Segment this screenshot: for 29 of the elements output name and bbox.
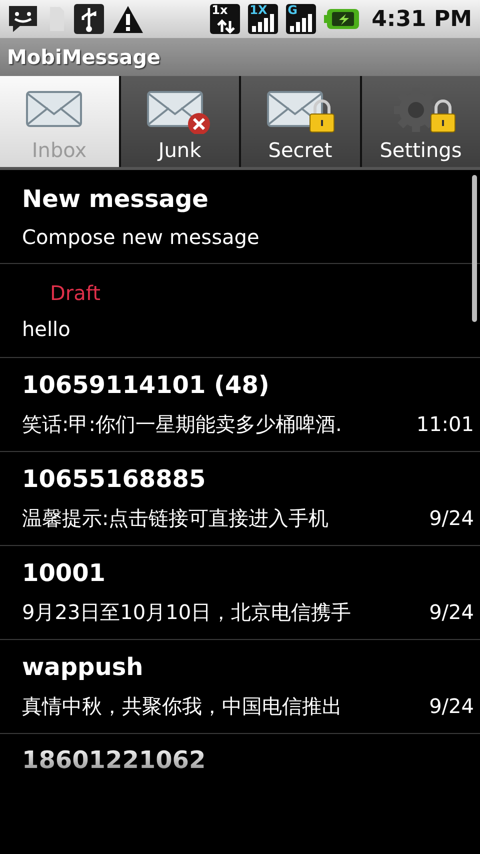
signal-icon: G bbox=[286, 4, 316, 34]
scrollbar[interactable] bbox=[472, 175, 477, 322]
sender-name[interactable]: wappush bbox=[22, 653, 474, 681]
compose-hint: Compose new message bbox=[22, 224, 260, 248]
sd-card-icon bbox=[48, 4, 66, 34]
clock-time: 4:31 PM bbox=[372, 6, 472, 32]
message-time: 9/24 bbox=[429, 694, 474, 718]
message-preview: 真情中秋，共聚你我，中国电信推出 bbox=[22, 693, 342, 720]
message-preview: 温馨提示:点击链接可直接进入手机 bbox=[22, 505, 329, 532]
signal-icon: 1X bbox=[248, 4, 278, 34]
data-arrows-icon: 1x bbox=[210, 4, 240, 34]
message-time: 9/24 bbox=[429, 600, 474, 624]
message-time: 11:01 bbox=[416, 412, 474, 436]
sender-name[interactable]: 10655168885 bbox=[22, 465, 474, 493]
tab[interactable]: Secret bbox=[241, 76, 360, 167]
draft-label: Draft bbox=[50, 280, 102, 304]
message-preview: hello bbox=[22, 316, 72, 340]
battery-icon bbox=[324, 6, 360, 32]
app-title: MobiMessage bbox=[7, 45, 160, 69]
message-preview: 9月23日至10月10日，北京电信携手 bbox=[22, 599, 352, 626]
tab[interactable]: Junk bbox=[120, 76, 239, 167]
usb-icon bbox=[74, 4, 104, 34]
warning-icon bbox=[112, 4, 144, 34]
message-preview: 笑话:甲:你们一星期能卖多少桶啤酒. bbox=[22, 411, 342, 438]
new-message-title[interactable]: New message bbox=[22, 184, 474, 212]
sender-name[interactable]: 10659114101 (48) bbox=[22, 371, 474, 399]
message-time: 9/24 bbox=[429, 506, 474, 530]
sender-name[interactable]: 10001 bbox=[22, 559, 474, 587]
tab[interactable]: Settings bbox=[362, 76, 480, 167]
